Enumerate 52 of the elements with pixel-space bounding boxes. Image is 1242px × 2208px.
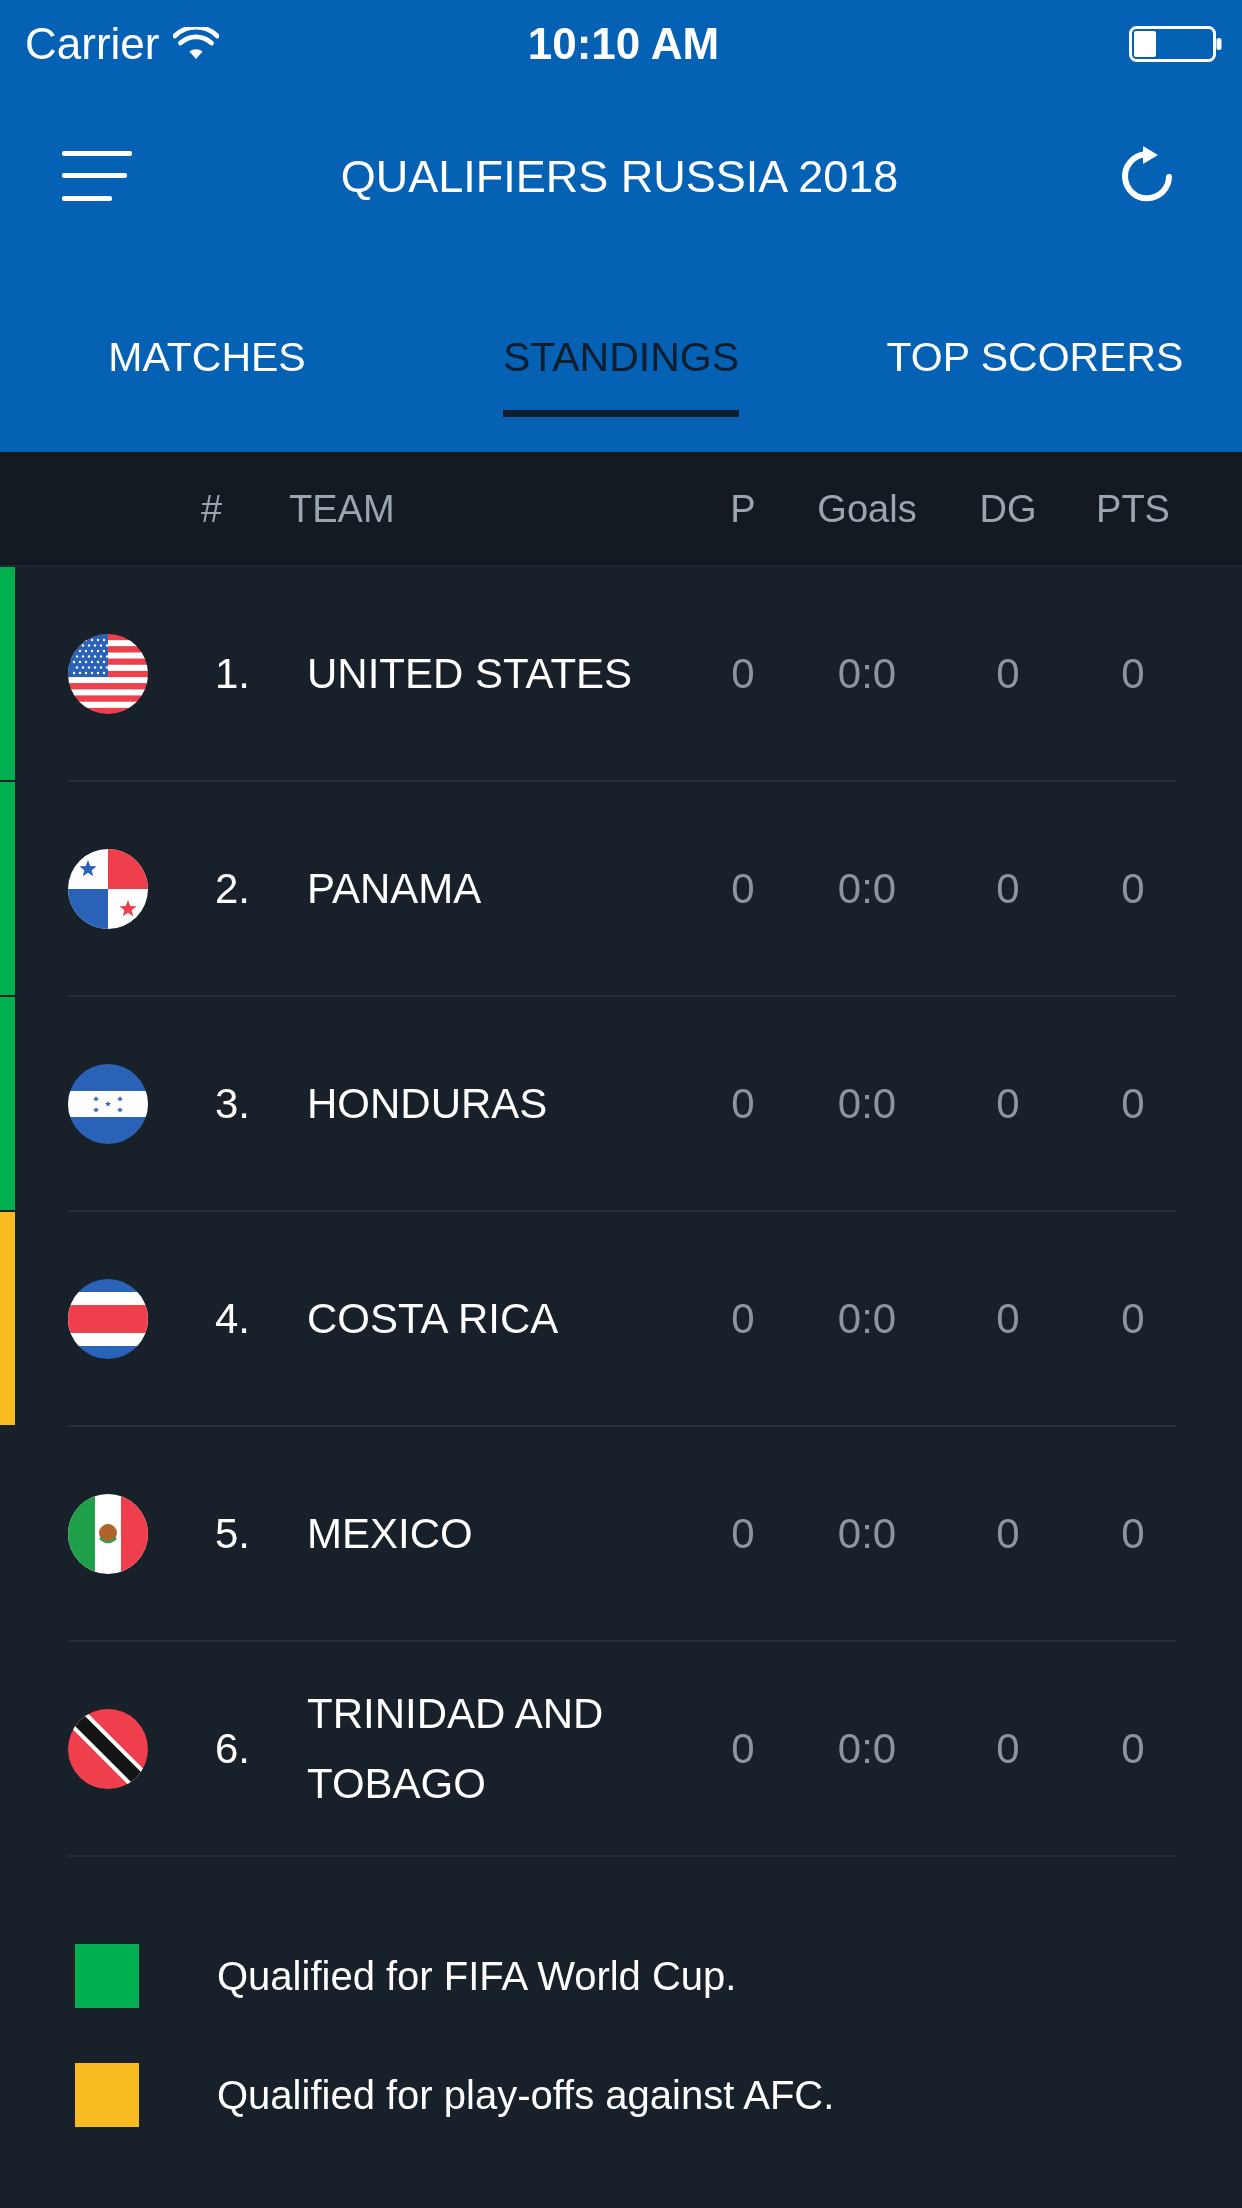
- carrier-label: Carrier: [25, 22, 160, 66]
- goal-difference: 0: [996, 867, 1020, 910]
- team-name: MEXICO: [307, 1508, 474, 1559]
- goals-score: 0:0: [837, 867, 897, 910]
- tab[interactable]: MATCHES: [108, 336, 306, 417]
- goal-difference: 0: [996, 652, 1020, 695]
- points-total: 0: [1121, 1727, 1145, 1770]
- points-total: 0: [1121, 867, 1145, 910]
- team-name: COSTA RICA: [307, 1293, 560, 1344]
- goals-score: 0:0: [837, 652, 897, 695]
- goal-difference: 0: [996, 1512, 1020, 1555]
- rank-number: 2.: [215, 867, 252, 910]
- goals-score: 0:0: [837, 1512, 897, 1555]
- rank-number: 5.: [215, 1512, 252, 1555]
- team-name: TRINIDAD AND TOBAGO: [307, 1688, 605, 1809]
- points-total: 0: [1121, 1512, 1145, 1555]
- column-header: P: [730, 489, 756, 528]
- goal-difference: 0: [996, 1727, 1020, 1770]
- points-total: 0: [1121, 1297, 1145, 1340]
- rank-number: 3.: [215, 1082, 252, 1125]
- legend-label: Qualified for FIFA World Cup.: [217, 1953, 737, 2000]
- played-count: 0: [731, 1082, 755, 1125]
- legend-label: Qualified for play-offs against AFC.: [217, 2072, 835, 2119]
- points-total: 0: [1121, 1082, 1145, 1125]
- rank-number: 4.: [215, 1297, 252, 1340]
- team-name: PANAMA: [307, 863, 483, 914]
- battery-icon: [1129, 26, 1222, 62]
- goals-score: 0:0: [837, 1727, 897, 1770]
- wifi-icon: [173, 27, 220, 61]
- tab[interactable]: TOP SCORERS: [886, 336, 1184, 417]
- menu-icon[interactable]: [62, 151, 132, 201]
- played-count: 0: [731, 867, 755, 910]
- rank-number: 1.: [215, 652, 252, 695]
- screen-title: QUALIFIERS RUSSIA 2018: [340, 153, 899, 199]
- usa-flag-icon: [68, 633, 148, 714]
- goal-difference: 0: [996, 1297, 1020, 1340]
- played-count: 0: [731, 652, 755, 695]
- goal-difference: 0: [996, 1082, 1020, 1125]
- clock-time: 10:10 AM: [527, 22, 720, 66]
- goals-score: 0:0: [837, 1297, 897, 1340]
- played-count: 0: [731, 1727, 755, 1770]
- column-header: PTS: [1096, 489, 1170, 528]
- team-name: UNITED STATES: [307, 648, 634, 699]
- rank-number: 6.: [215, 1727, 252, 1770]
- points-total: 0: [1121, 652, 1145, 695]
- column-header: DG: [979, 489, 1037, 528]
- played-count: 0: [731, 1512, 755, 1555]
- team-name: HONDURAS: [307, 1078, 549, 1129]
- goals-score: 0:0: [837, 1082, 897, 1125]
- column-header: Goals: [817, 489, 917, 528]
- played-count: 0: [731, 1297, 755, 1340]
- column-header: TEAM: [289, 489, 396, 528]
